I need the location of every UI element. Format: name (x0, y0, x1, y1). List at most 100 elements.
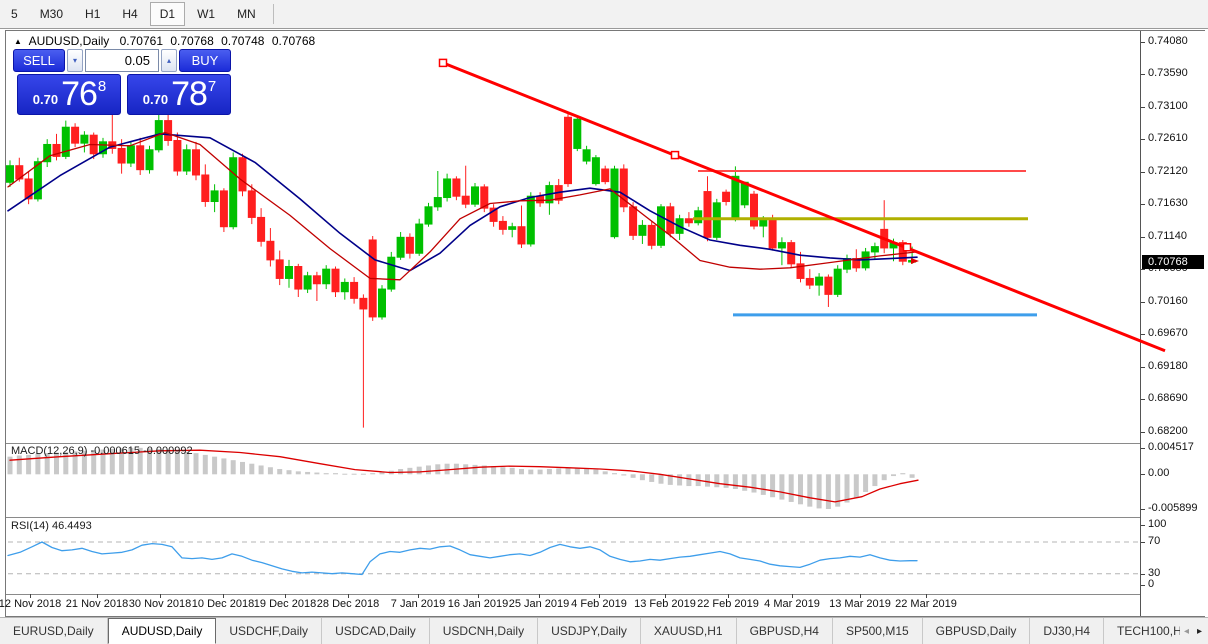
date-axis-label: 4 Feb 2019 (571, 598, 627, 610)
candle (71, 126, 80, 144)
sell-price-button[interactable]: 0.70 76 8 (17, 74, 121, 115)
date-axis[interactable]: 12 Nov 2018 21 Nov 2018 30 Nov 2018 10 Dec … (0, 594, 1140, 616)
chevron-down-icon: ▾ (72, 56, 77, 65)
price-axis-label: 0.69180 (1148, 359, 1188, 372)
tab-scroll-left-icon[interactable]: ◂ (1184, 626, 1189, 637)
date-axis-label: 10 Dec 2018 (191, 598, 255, 610)
chart-tab-usdjpy-daily[interactable]: USDJPY,Daily (538, 618, 641, 644)
candle (126, 145, 135, 164)
candle (526, 195, 535, 245)
candle (6, 165, 14, 183)
candle (684, 218, 693, 224)
buy-price-pip: 7 (207, 78, 217, 95)
volume-increase-button[interactable]: ▴ (161, 49, 177, 72)
chart-tab-eurusd-daily[interactable]: EURUSD,Daily (0, 618, 108, 644)
candle (508, 226, 517, 230)
buy-button[interactable]: BUY (179, 49, 231, 72)
price-axis-label: 0.68200 (1148, 424, 1188, 437)
candle (136, 145, 145, 171)
date-axis-label: 19 Dec 2018 (253, 598, 317, 610)
candle (433, 197, 442, 208)
volume-input[interactable]: 0.05 (85, 49, 159, 72)
candle (815, 276, 824, 286)
chart-tab-audusd-daily[interactable]: AUDUSD,Daily (107, 618, 217, 644)
axis-tick (1141, 366, 1145, 368)
chart-tab-gbpusd-daily[interactable]: GBPUSD,Daily (923, 618, 1031, 644)
candle (461, 195, 470, 205)
axis-tick (1141, 74, 1145, 76)
rsi-axis-label: 70 (1148, 535, 1161, 547)
candle (740, 181, 749, 206)
candle (80, 134, 89, 144)
axis-tick (1141, 431, 1145, 433)
current-price-tag: 0.70768 (1142, 254, 1204, 269)
chart-tab-gbpusd-h4[interactable]: GBPUSD,H4 (737, 618, 833, 644)
candle (777, 242, 786, 249)
price-axis[interactable]: 0.74080 0.73590 0.73100 0.72610 0.72120 0.716… (1140, 31, 1205, 616)
candle (610, 168, 619, 238)
candle (303, 275, 312, 290)
price-axis-label: 0.71630 (1148, 197, 1188, 210)
candle (359, 297, 368, 310)
ohlc-low: 0.70748 (221, 34, 265, 48)
timeframe-toolbar: 5 M30 H1 H4 D1 W1 MN (0, 0, 1208, 29)
axis-tick (1141, 399, 1145, 401)
price-axis-label: 0.71140 (1148, 229, 1187, 242)
candle (405, 236, 414, 254)
candle (443, 178, 452, 199)
timeframe-button-5[interactable]: 5 (1, 2, 28, 26)
timeframe-button-W1[interactable]: W1 (187, 2, 225, 26)
timeframe-button-H1[interactable]: H1 (75, 2, 110, 26)
timeframe-button-D1[interactable]: D1 (149, 2, 186, 26)
date-axis-label: 16 Jan 2019 (447, 598, 509, 610)
buy-price-button[interactable]: 0.70 78 7 (127, 74, 231, 115)
candle (582, 149, 591, 162)
candle (424, 206, 433, 225)
rsi-svg (7, 541, 1138, 576)
last-price-arrow-icon (911, 258, 919, 264)
toolbar-separator (272, 4, 274, 24)
chart-tab-xauusd-h1[interactable]: XAUUSD,H1 (641, 618, 737, 644)
candle (629, 206, 638, 236)
macd-label: MACD(12,26,9) -0.000615 -0.000992 (11, 445, 193, 457)
ohlc-open: 0.70761 (119, 34, 164, 48)
macd-axis-label: 0.004517 (1148, 440, 1194, 453)
chart-tab-usdcnh-daily[interactable]: USDCNH,Daily (430, 618, 539, 644)
macd-axis-label: 0.00 (1148, 467, 1170, 480)
price-axis-label: 0.68690 (1148, 392, 1188, 405)
tab-scroll-right-icon[interactable]: ▸ (1197, 626, 1202, 637)
candle (750, 193, 758, 227)
chart-tab-sp500-m15[interactable]: SP500,M15 (833, 618, 923, 644)
candle (471, 186, 479, 205)
collapse-triangle-icon[interactable]: ▲ (14, 37, 22, 46)
date-axis-label: 13 Mar 2019 (829, 598, 891, 610)
candle (312, 275, 321, 285)
timeframe-button-MN[interactable]: MN (227, 2, 266, 26)
rsi-pane[interactable] (6, 518, 1140, 595)
axis-tick (1141, 171, 1145, 173)
sell-price-big: 76 (61, 75, 98, 113)
one-click-trade-panel: SELL ▾ 0.05 ▴ BUY 0.70 76 8 0.70 78 7 (13, 49, 231, 115)
volume-decrease-button[interactable]: ▾ (67, 49, 83, 72)
chart-title: ▲ AUDUSD,Daily 0.70761 0.70768 0.70748 0… (14, 34, 315, 48)
rsi-label: RSI(14) 46.4493 (11, 520, 92, 532)
chart-tab-dj30-h4[interactable]: DJ30,H4 (1030, 618, 1105, 644)
timeframe-button-M30[interactable]: M30 (30, 2, 73, 26)
candle (870, 246, 879, 253)
candle (647, 224, 656, 246)
candle (164, 120, 173, 141)
candle (173, 139, 182, 172)
chart-tab-usdchf-daily[interactable]: USDCHF,Daily (216, 618, 323, 644)
axis-tick (1141, 474, 1145, 476)
date-axis-label: 28 Dec 2018 (316, 598, 380, 610)
candle (117, 147, 126, 164)
date-axis-label: 22 Feb 2019 (697, 598, 759, 610)
timeframe-button-H4[interactable]: H4 (112, 2, 147, 26)
sell-button[interactable]: SELL (13, 49, 65, 72)
candle (601, 168, 610, 183)
chart-tab-usdcad-daily[interactable]: USDCAD,Daily (322, 618, 430, 644)
candle (145, 149, 154, 171)
date-axis-label: 21 Nov 2018 (65, 598, 129, 610)
axis-tick (1141, 542, 1145, 543)
date-axis-label: 12 Nov 2018 (0, 598, 62, 610)
